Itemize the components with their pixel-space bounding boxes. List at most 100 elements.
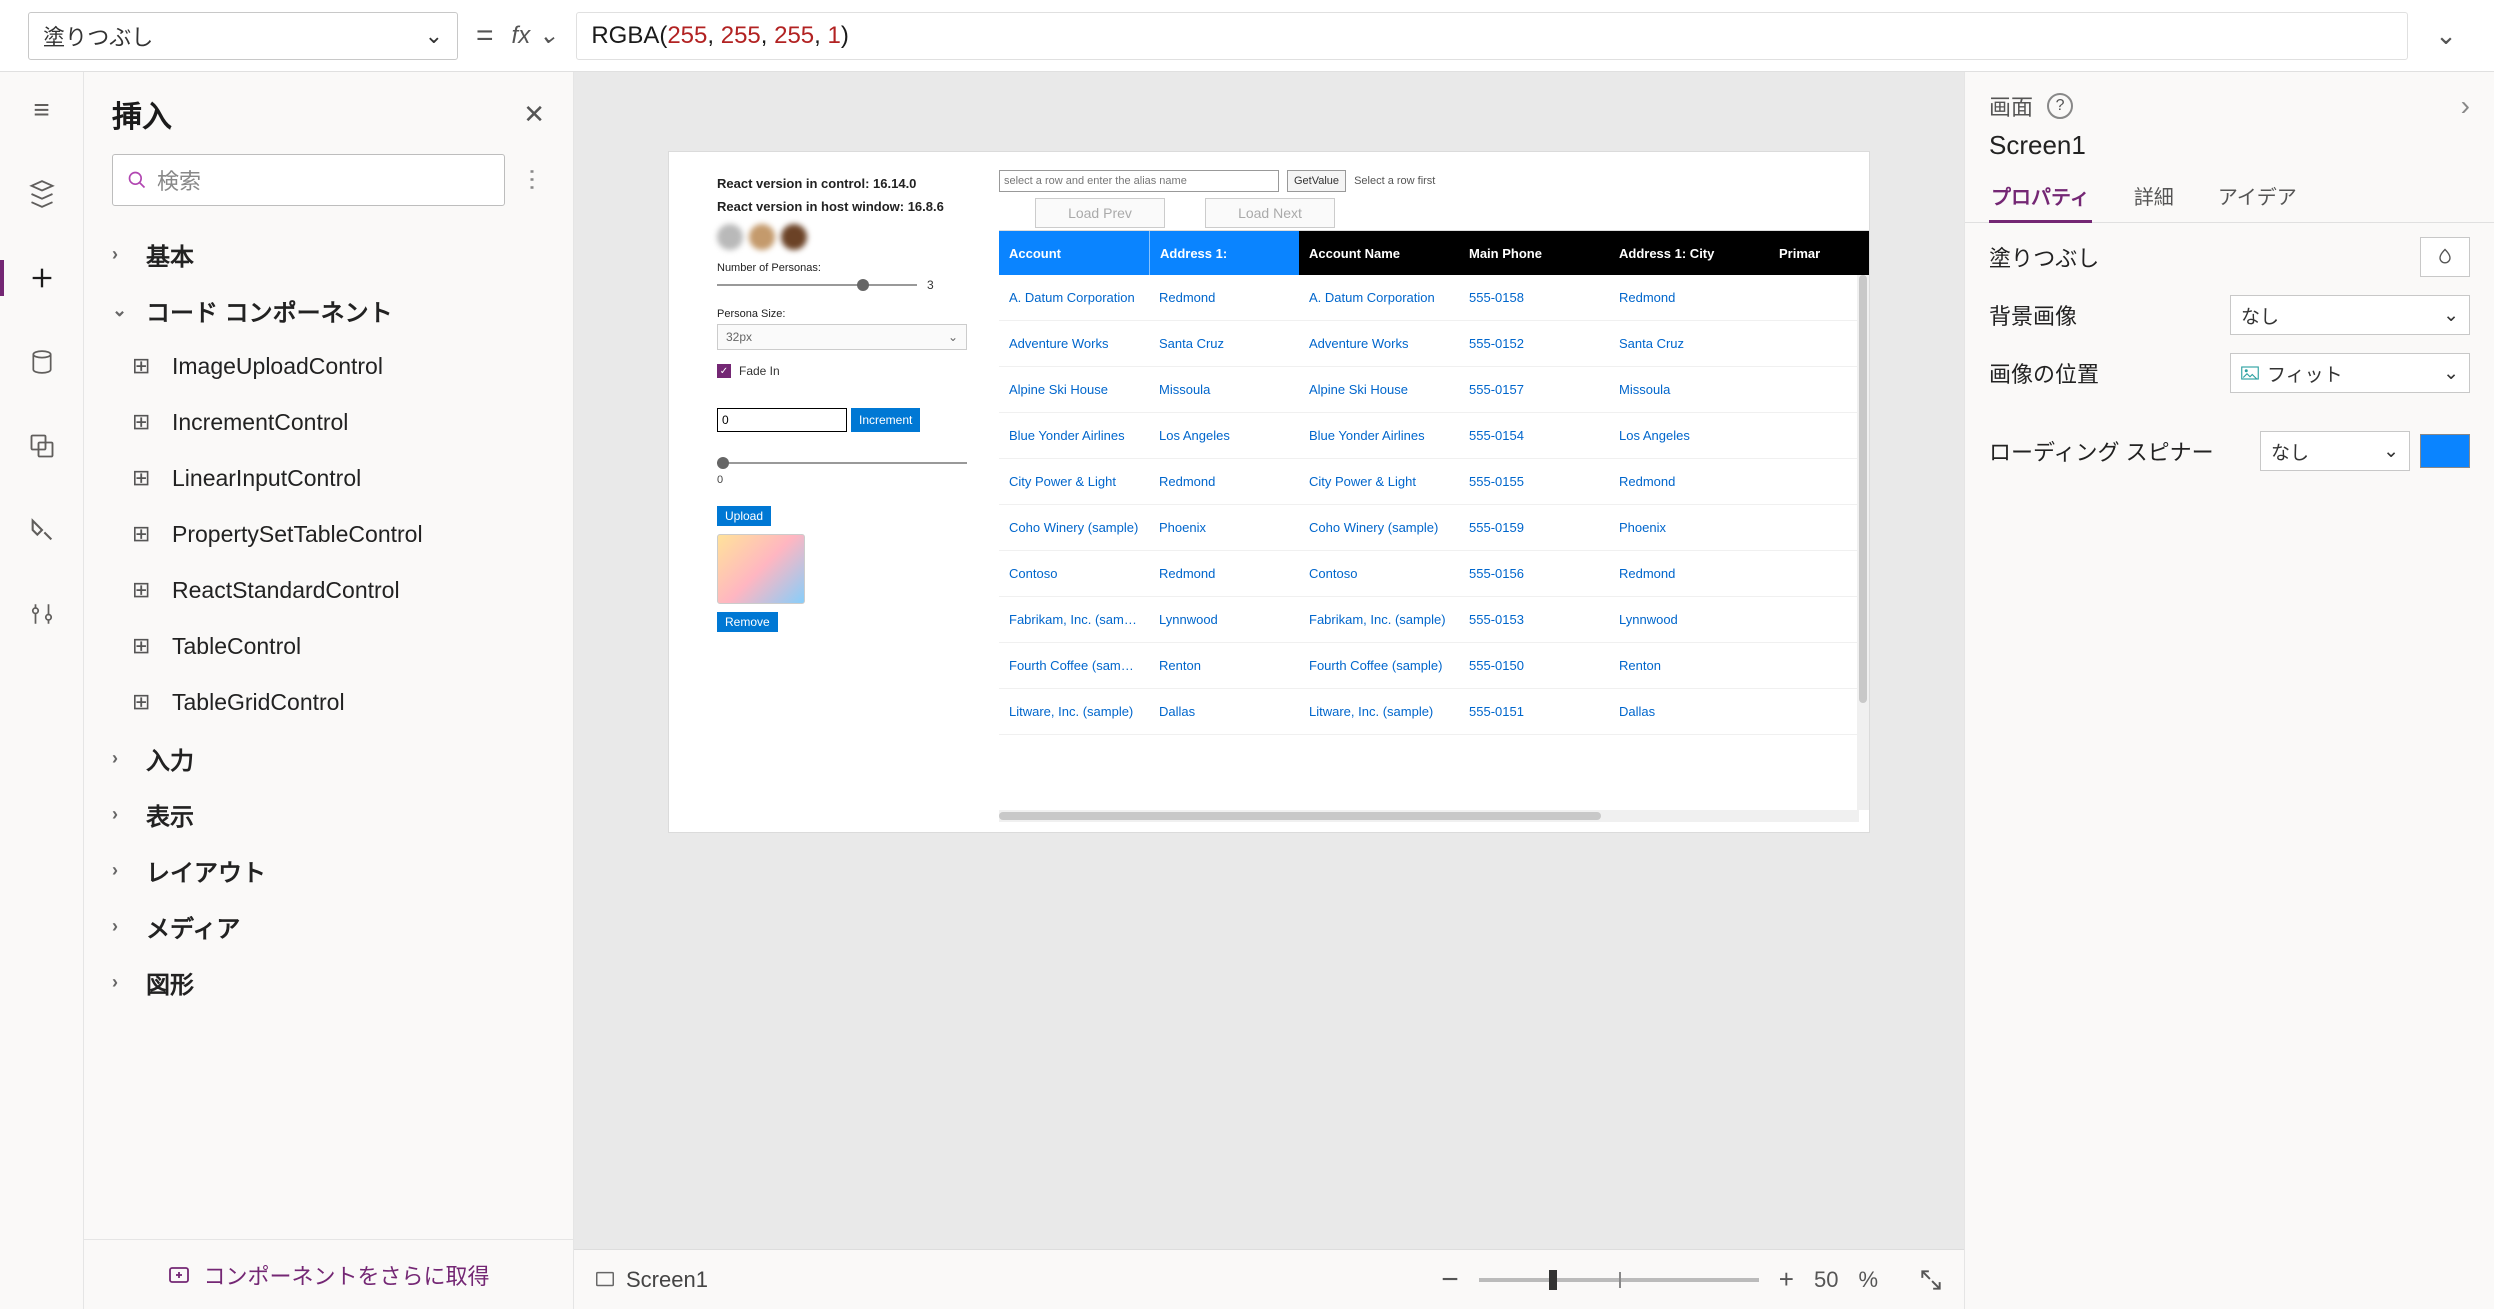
tree-item-imageuploadcontrol[interactable]: ⊞ImageUploadControl xyxy=(94,338,563,394)
table-cell[interactable]: 555-0150 xyxy=(1459,658,1609,673)
table-cell[interactable]: 555-0151 xyxy=(1459,704,1609,719)
tree-item-tablegridcontrol[interactable]: ⊞TableGridControl xyxy=(94,674,563,730)
col-account[interactable]: Account xyxy=(999,231,1149,275)
tree-section-input[interactable]: ›入力 xyxy=(94,730,563,786)
table-cell[interactable]: Los Angeles xyxy=(1149,428,1299,443)
table-cell[interactable]: City Power & Light xyxy=(999,474,1149,489)
table-cell[interactable]: Santa Cruz xyxy=(1609,336,1769,351)
tree-section-shapes[interactable]: ›図形 xyxy=(94,954,563,1010)
screen-surface[interactable]: React version in control: 16.14.0 React … xyxy=(669,152,1869,832)
table-row[interactable]: Blue Yonder AirlinesLos AngelesBlue Yond… xyxy=(999,413,1869,459)
table-cell[interactable]: 555-0158 xyxy=(1459,290,1609,305)
data-icon[interactable] xyxy=(18,338,66,386)
table-cell[interactable]: Contoso xyxy=(999,566,1149,581)
table-cell[interactable]: Adventure Works xyxy=(999,336,1149,351)
table-row[interactable]: Litware, Inc. (sample)DallasLitware, Inc… xyxy=(999,689,1869,735)
upload-button[interactable]: Upload xyxy=(717,506,771,526)
increment-button[interactable]: Increment xyxy=(851,408,920,432)
table-cell[interactable]: 555-0154 xyxy=(1459,428,1609,443)
table-row[interactable]: City Power & Light Redmond City Power & Li… xyxy=(999,459,1869,505)
table-cell[interactable]: Dallas xyxy=(1609,704,1769,719)
tree-item-incrementcontrol[interactable]: ⊞IncrementControl xyxy=(94,394,563,450)
zoom-slider[interactable] xyxy=(1479,1278,1759,1282)
table-cell[interactable]: Alpine Ski House xyxy=(1299,382,1459,397)
tab-properties[interactable]: プロパティ xyxy=(1989,171,2092,222)
canvas-viewport[interactable]: React version in control: 16.14.0 React … xyxy=(574,72,1964,1249)
table-cell[interactable]: Dallas xyxy=(1149,704,1299,719)
load-prev-button[interactable]: Load Prev xyxy=(1035,198,1165,228)
table-cell[interactable]: Fourth Coffee (sample) xyxy=(1299,658,1459,673)
insert-icon[interactable] xyxy=(18,254,66,302)
zoom-out-button[interactable]: − xyxy=(1441,1263,1459,1297)
table-cell[interactable]: Redmond xyxy=(1149,566,1299,581)
table-cell[interactable]: Adventure Works xyxy=(1299,336,1459,351)
tree-item-reactstandardcontrol[interactable]: ⊞ReactStandardControl xyxy=(94,562,563,618)
tree-view-icon[interactable] xyxy=(18,170,66,218)
tree-section-basic[interactable]: ›基本 xyxy=(94,226,563,282)
tree-section-display[interactable]: ›表示 xyxy=(94,786,563,842)
table-cell[interactable]: 555-0152 xyxy=(1459,336,1609,351)
hamburger-icon[interactable]: ≡ xyxy=(18,86,66,134)
table-cell[interactable]: Redmond xyxy=(1609,566,1769,581)
table-row[interactable]: Alpine Ski HouseMissoulaAlpine Ski House… xyxy=(999,367,1869,413)
fit-to-screen-icon[interactable] xyxy=(1918,1267,1944,1293)
table-cell[interactable]: Alpine Ski House xyxy=(999,382,1149,397)
more-options-icon[interactable]: ⋯ xyxy=(518,167,547,193)
table-cell[interactable]: Fourth Coffee (sample) xyxy=(999,658,1149,673)
linear-input-slider[interactable] xyxy=(717,462,967,464)
imageposition-select[interactable]: フィット ⌄ xyxy=(2230,353,2470,393)
tree-section-code-components[interactable]: ⌄コード コンポーネント xyxy=(94,282,563,338)
help-icon[interactable]: ? xyxy=(2047,93,2073,119)
spinner-select[interactable]: なし⌄ xyxy=(2260,431,2410,471)
table-cell[interactable]: A. Datum Corporation xyxy=(999,290,1149,305)
table-cell[interactable]: A. Datum Corporation xyxy=(1299,290,1459,305)
chevron-right-icon[interactable]: › xyxy=(2461,90,2470,122)
table-cell[interactable]: Redmond xyxy=(1609,474,1769,489)
table-cell[interactable]: Phoenix xyxy=(1149,520,1299,535)
load-next-button[interactable]: Load Next xyxy=(1205,198,1335,228)
spinner-color-swatch[interactable] xyxy=(2420,434,2470,468)
table-cell[interactable]: Coho Winery (sample) xyxy=(1299,520,1459,535)
bgimage-select[interactable]: なし⌄ xyxy=(2230,295,2470,335)
tree-item-propertysettablecontrol[interactable]: ⊞PropertySetTableControl xyxy=(94,506,563,562)
property-dropdown[interactable]: 塗りつぶし ⌄ xyxy=(28,12,458,60)
table-cell[interactable]: Redmond xyxy=(1609,290,1769,305)
table-cell[interactable]: Renton xyxy=(1149,658,1299,673)
tab-advanced[interactable]: 詳細 xyxy=(2132,171,2176,222)
fill-color-button[interactable] xyxy=(2420,237,2470,277)
formula-input[interactable]: RGBA(255, 255, 255, 1) xyxy=(576,12,2408,60)
table-row[interactable]: Coho Winery (sample)PhoenixCoho Winery (… xyxy=(999,505,1869,551)
table-cell[interactable]: 555-0159 xyxy=(1459,520,1609,535)
table-row[interactable]: Fabrikam, Inc. (sample)LynnwoodFabrikam,… xyxy=(999,597,1869,643)
table-cell[interactable]: 555-0153 xyxy=(1459,612,1609,627)
advanced-tools-icon[interactable] xyxy=(18,506,66,554)
table-row[interactable]: ContosoRedmondContoso555-0156Redmond xyxy=(999,551,1869,597)
media-icon[interactable] xyxy=(18,422,66,470)
table-cell[interactable]: City Power & Light xyxy=(1299,474,1459,489)
table-cell[interactable]: Contoso xyxy=(1299,566,1459,581)
tab-ideas[interactable]: アイデア xyxy=(2216,171,2299,222)
table-cell[interactable]: Fabrikam, Inc. (sample) xyxy=(999,612,1149,627)
table-cell[interactable]: 555-0156 xyxy=(1459,566,1609,581)
fx-label[interactable]: fx ⌄ xyxy=(512,21,559,50)
alias-input[interactable]: select a row and enter the alias name xyxy=(999,170,1279,192)
col-address1[interactable]: Address 1: xyxy=(1149,231,1299,275)
num-personas-slider[interactable] xyxy=(717,284,917,286)
table-cell[interactable]: Coho Winery (sample) xyxy=(999,520,1149,535)
horizontal-scrollbar[interactable] xyxy=(999,810,1859,822)
table-cell[interactable]: Phoenix xyxy=(1609,520,1769,535)
persona-size-select[interactable]: 32px⌄ xyxy=(717,324,967,350)
table-cell[interactable]: Lynnwood xyxy=(1149,612,1299,627)
tree-item-tablecontrol[interactable]: ⊞TableControl xyxy=(94,618,563,674)
tree-section-media[interactable]: ›メディア xyxy=(94,898,563,954)
close-icon[interactable]: ✕ xyxy=(523,99,545,130)
table-cell[interactable]: 555-0157 xyxy=(1459,382,1609,397)
table-row[interactable]: A. Datum CorporationRedmondA. Datum Corp… xyxy=(999,275,1869,321)
table-cell[interactable]: Fabrikam, Inc. (sample) xyxy=(1299,612,1459,627)
table-cell[interactable]: Renton xyxy=(1609,658,1769,673)
table-cell[interactable]: Litware, Inc. (sample) xyxy=(1299,704,1459,719)
increment-input[interactable] xyxy=(717,408,847,432)
vertical-scrollbar[interactable] xyxy=(1857,275,1869,810)
table-cell[interactable]: Redmond xyxy=(1149,290,1299,305)
tree-section-layout[interactable]: ›レイアウト xyxy=(94,842,563,898)
